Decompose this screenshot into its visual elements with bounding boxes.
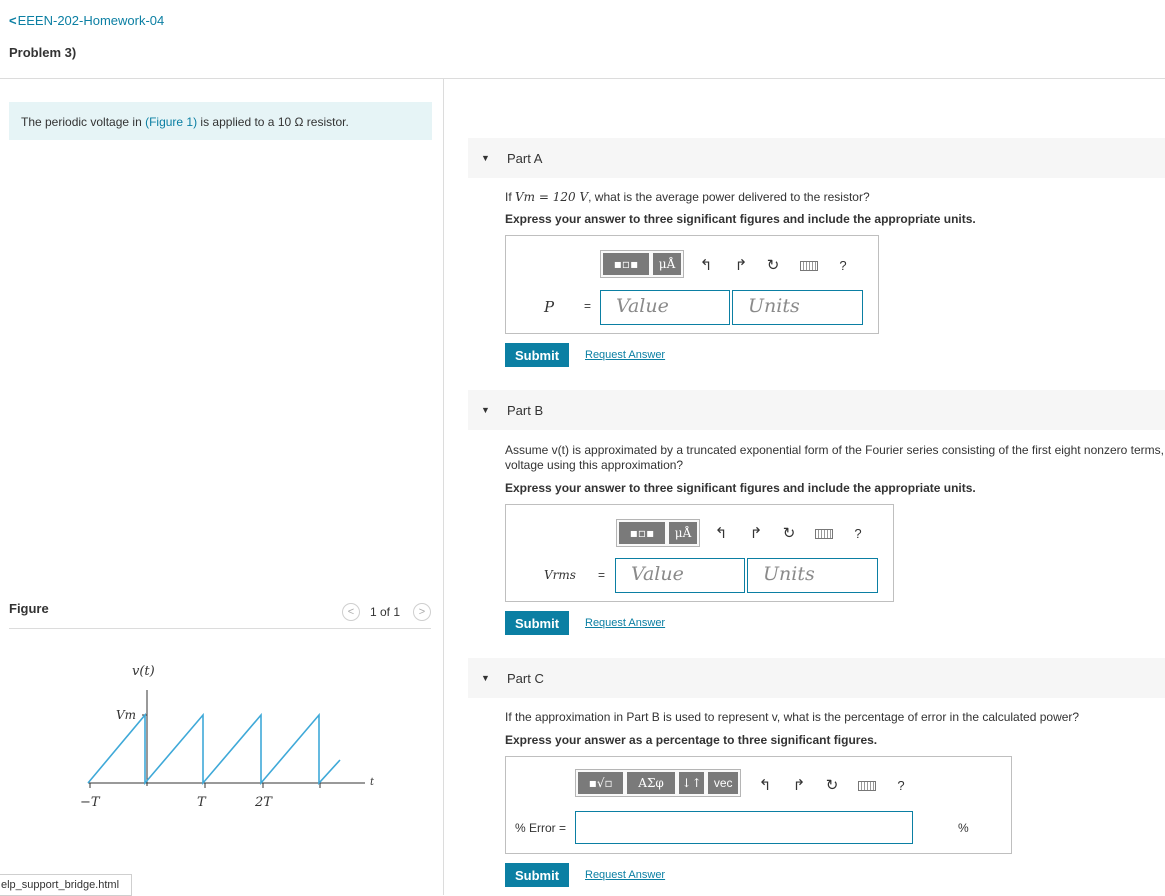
undo-icon[interactable]: ↰ bbox=[697, 256, 715, 274]
part-b-title: Part B bbox=[507, 403, 544, 418]
figure-pagination: 1 of 1 bbox=[370, 605, 401, 619]
caret-down-icon: ▼ bbox=[481, 153, 490, 163]
part-a-toolbar-group: ▪▫▪ μÅ bbox=[600, 250, 684, 278]
templates-button[interactable]: ▪√▫ bbox=[578, 772, 624, 794]
fraction-template-icon: ▪▫▪ bbox=[629, 526, 655, 540]
reset-icon[interactable]: ↻ bbox=[780, 524, 798, 542]
sqrt-template-icon: ▪√▫ bbox=[588, 776, 613, 790]
part-b-toolbar-group: ▪▫▪ μÅ bbox=[616, 519, 700, 547]
intro-suffix: is applied to a 10 Ω resistor. bbox=[197, 115, 349, 129]
part-c-title: Part C bbox=[507, 671, 544, 686]
y-axis-label: v(t) bbox=[132, 664, 155, 679]
column-divider bbox=[443, 78, 444, 895]
problem-title: Problem 3) bbox=[9, 45, 77, 60]
figure-next-button[interactable]: > bbox=[413, 603, 431, 621]
question-prefix: If bbox=[505, 190, 516, 204]
part-c-answer-input[interactable] bbox=[575, 811, 913, 844]
help-icon[interactable]: ? bbox=[849, 524, 867, 542]
tick-label: 2T bbox=[254, 795, 273, 810]
percent-suffix: % bbox=[958, 821, 969, 835]
tick-label: −T bbox=[80, 795, 101, 810]
undo-icon[interactable]: ↰ bbox=[756, 776, 774, 794]
caret-down-icon: ▼ bbox=[481, 673, 490, 683]
part-b-value-input[interactable]: Value bbox=[615, 558, 745, 593]
part-a-variable: P bbox=[544, 298, 554, 316]
variable-label: Vrms bbox=[544, 568, 576, 582]
part-a-request-answer-link[interactable]: Request Answer bbox=[585, 349, 665, 361]
part-c-submit-button[interactable]: Submit bbox=[505, 863, 570, 887]
header-divider bbox=[0, 78, 1165, 79]
tick-label: T bbox=[197, 795, 207, 810]
sawtooth-figure: v(t) Vm t −T T 2T bbox=[80, 664, 375, 810]
part-a-submit-button[interactable]: Submit bbox=[505, 343, 570, 367]
greek-button[interactable]: ΑΣφ bbox=[627, 772, 675, 794]
intro-text: The periodic voltage in (Figure 1) is ap… bbox=[21, 115, 349, 129]
part-a-units-input[interactable]: Units bbox=[732, 290, 863, 325]
figure-label: Figure bbox=[9, 601, 49, 616]
vm-label: Vm bbox=[116, 708, 136, 722]
chevron-left-icon: < bbox=[9, 13, 17, 28]
part-c-request-answer-link[interactable]: Request Answer bbox=[585, 869, 665, 881]
t-axis-label: t bbox=[370, 777, 375, 788]
subscript-button[interactable]: ↓↑ bbox=[678, 772, 705, 794]
caret-down-icon: ▼ bbox=[481, 405, 490, 415]
fraction-template-icon: ▪▫▪ bbox=[613, 257, 639, 271]
part-b-variable: Vrms bbox=[544, 568, 576, 582]
redo-icon[interactable]: ↱ bbox=[747, 524, 765, 542]
templates-button[interactable]: ▪▫▪ bbox=[603, 253, 649, 275]
variable-label: P bbox=[544, 298, 555, 316]
part-a-value-input[interactable]: Value bbox=[600, 290, 730, 325]
intro-prefix: The periodic voltage in bbox=[21, 115, 146, 129]
equals-sign: = bbox=[598, 568, 606, 582]
redo-icon[interactable]: ↱ bbox=[790, 776, 808, 794]
keyboard-icon[interactable] bbox=[815, 529, 833, 539]
templates-button[interactable]: ▪▫▪ bbox=[619, 522, 665, 544]
part-b-header[interactable] bbox=[468, 390, 1165, 430]
part-c-variable: % Error = bbox=[515, 821, 567, 835]
back-link-label: EEEN-202-Homework-04 bbox=[17, 13, 165, 28]
part-b-submit-button[interactable]: Submit bbox=[505, 611, 570, 635]
help-icon[interactable]: ? bbox=[892, 776, 910, 794]
part-b-units-input[interactable]: Units bbox=[747, 558, 878, 593]
keyboard-icon[interactable] bbox=[858, 781, 876, 791]
vector-button[interactable]: vec bbox=[708, 772, 738, 794]
download-file-item[interactable]: elp_support_bridge.html bbox=[0, 874, 132, 896]
part-a-question: If Vm = 120 V, what is the average power… bbox=[505, 190, 870, 205]
units-button[interactable]: μÅ bbox=[653, 253, 681, 275]
undo-icon[interactable]: ↰ bbox=[712, 524, 730, 542]
part-c-question: If the approximation in Part B is used t… bbox=[505, 710, 1080, 724]
reset-icon[interactable]: ↻ bbox=[764, 256, 782, 274]
figure-prev-button[interactable]: < bbox=[342, 603, 360, 621]
figure-divider bbox=[9, 628, 431, 629]
reset-icon[interactable]: ↻ bbox=[823, 776, 841, 794]
part-b-request-answer-link[interactable]: Request Answer bbox=[585, 617, 665, 629]
sawtooth-waveform bbox=[87, 712, 341, 786]
figure-link[interactable]: (Figure 1) bbox=[145, 115, 197, 129]
part-a-instruction: Express your answer to three significant… bbox=[505, 212, 976, 226]
redo-icon[interactable]: ↱ bbox=[732, 256, 750, 274]
part-b-instruction: Express your answer to three significant… bbox=[505, 481, 976, 495]
part-b-question-line2: voltage using this approximation? bbox=[505, 458, 684, 472]
chevron-left-icon: < bbox=[347, 606, 355, 618]
part-b-question-line1: Assume v(t) is approximated by a truncat… bbox=[505, 443, 1165, 457]
question-suffix: , what is the average power delivered to… bbox=[588, 190, 870, 204]
part-a-header[interactable] bbox=[468, 138, 1165, 178]
units-button[interactable]: μÅ bbox=[669, 522, 697, 544]
equals-sign: = bbox=[584, 299, 592, 313]
keyboard-icon[interactable] bbox=[800, 261, 818, 271]
question-math: Vm = 120 V bbox=[515, 190, 589, 204]
back-link[interactable]: <EEEN-202-Homework-04 bbox=[9, 13, 164, 28]
help-icon[interactable]: ? bbox=[834, 256, 852, 274]
part-a-title: Part A bbox=[507, 151, 543, 166]
part-c-instruction: Express your answer as a percentage to t… bbox=[505, 733, 878, 747]
part-c-header[interactable] bbox=[468, 658, 1165, 698]
part-c-toolbar-group: ▪√▫ ΑΣφ ↓↑ vec bbox=[575, 769, 741, 797]
chevron-right-icon: > bbox=[418, 606, 426, 618]
